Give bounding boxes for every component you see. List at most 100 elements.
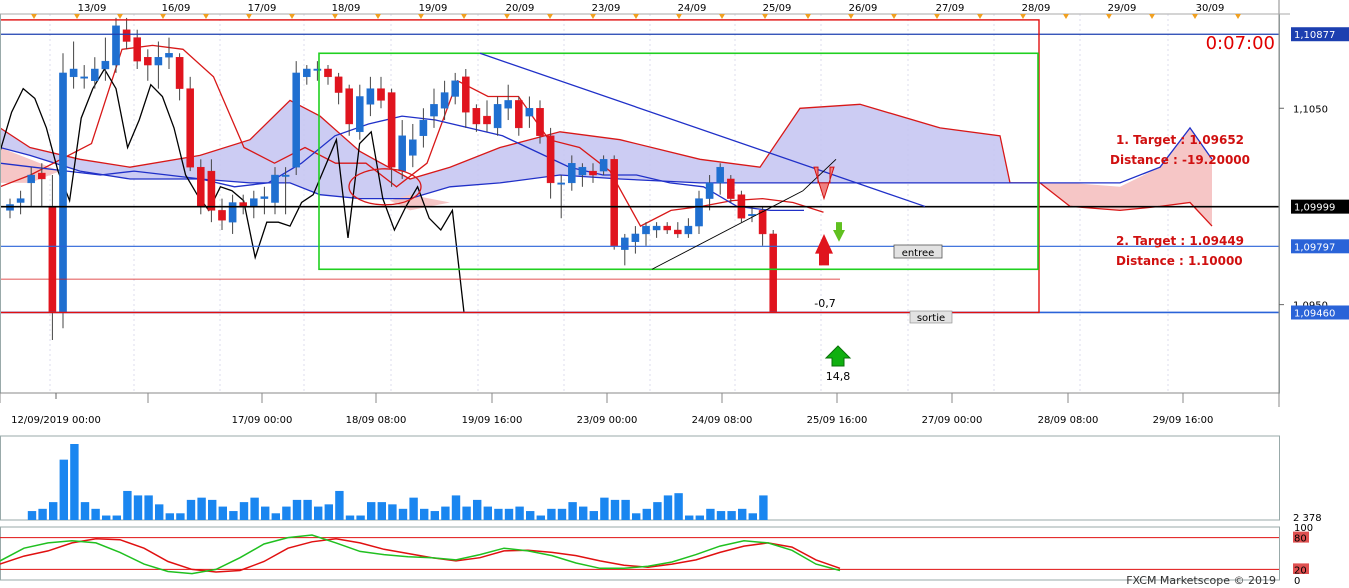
sortie-label: sortie bbox=[917, 313, 945, 324]
candle-bullish bbox=[642, 225, 650, 235]
volume-bar bbox=[102, 515, 111, 520]
volume-bar bbox=[494, 508, 503, 520]
time-tick-label: 17/09 00:00 bbox=[232, 415, 293, 426]
volume-bar bbox=[568, 502, 577, 520]
top-date-label: 30/09 bbox=[1196, 3, 1225, 14]
top-date-label: 25/09 bbox=[763, 3, 792, 14]
candle-bearish bbox=[324, 68, 332, 78]
footer-label: FXCM Marketscope © 2019 bbox=[1126, 574, 1276, 587]
volume-bar bbox=[462, 506, 471, 520]
volume-bar bbox=[536, 515, 545, 520]
volume-bar bbox=[706, 508, 715, 520]
volume-bar bbox=[589, 511, 598, 520]
candle-bullish bbox=[631, 233, 640, 242]
distance-1-label: Distance : -19.20000 bbox=[1110, 153, 1250, 167]
candle-bearish bbox=[472, 108, 481, 125]
entree-label: entree bbox=[902, 248, 935, 259]
volume-bar bbox=[526, 511, 535, 520]
volume-bar bbox=[218, 506, 227, 520]
volume-bar bbox=[388, 504, 397, 520]
price-tag-label: 1,09999 bbox=[1294, 203, 1335, 214]
candle-bullish bbox=[271, 174, 279, 203]
candle-bullish bbox=[451, 80, 460, 97]
candle-bullish bbox=[292, 72, 301, 168]
candle-bullish bbox=[112, 25, 120, 66]
top-date-label: 26/09 bbox=[849, 3, 878, 14]
volume-bar bbox=[430, 511, 439, 520]
volume-bar bbox=[59, 459, 68, 520]
candle-bullish bbox=[493, 104, 502, 129]
candle-bullish bbox=[621, 237, 629, 250]
candle-bullish bbox=[101, 60, 110, 70]
price-tick-label: 1,1050 bbox=[1293, 104, 1328, 115]
volume-bar bbox=[239, 502, 249, 520]
volume-bar bbox=[420, 508, 429, 520]
volume-bar bbox=[727, 511, 736, 520]
top-date-label: 23/09 bbox=[592, 3, 621, 14]
time-tick-label: 27/09 00:00 bbox=[922, 415, 983, 426]
top-date-label: 24/09 bbox=[678, 3, 707, 14]
volume-bar bbox=[144, 495, 153, 520]
top-date-label: 17/09 bbox=[248, 3, 277, 14]
candle-bearish bbox=[122, 29, 131, 42]
candle-bearish bbox=[610, 159, 618, 246]
forex-chart: 13/09 16/09 17/09 18/09 19/09 20/09 23/09 24/09… bbox=[0, 0, 1349, 588]
volume-bar bbox=[547, 508, 556, 520]
volume-bar bbox=[261, 506, 270, 520]
volume-bar bbox=[186, 499, 196, 520]
volume-bar bbox=[483, 506, 492, 520]
candle-bullish bbox=[504, 100, 513, 109]
time-tick-label: 28/09 08:00 bbox=[1038, 415, 1099, 426]
candle-bullish bbox=[16, 198, 25, 203]
volume-bar bbox=[600, 497, 609, 520]
candle-bullish bbox=[568, 163, 576, 184]
top-date-label: 20/09 bbox=[506, 3, 535, 14]
volume-bar bbox=[685, 515, 694, 520]
volume-bar bbox=[356, 515, 365, 520]
volume-bar bbox=[80, 502, 90, 520]
volume-bar bbox=[155, 504, 164, 520]
candle-bearish bbox=[48, 206, 57, 313]
price-tag-label: 1,09460 bbox=[1294, 308, 1335, 319]
price-tag-label: 1,09797 bbox=[1294, 242, 1335, 253]
candle-bullish bbox=[430, 104, 438, 117]
candle-bearish bbox=[483, 115, 491, 125]
volume-bar bbox=[738, 508, 747, 520]
candle-bullish bbox=[525, 108, 534, 117]
candle-bullish bbox=[260, 196, 269, 199]
top-date-label: 16/09 bbox=[162, 3, 191, 14]
candle-bullish bbox=[578, 166, 587, 176]
time-tick-label: 12/09/2019 00:00 bbox=[11, 415, 101, 426]
volume-bar bbox=[250, 497, 259, 520]
candle-bullish bbox=[716, 166, 724, 184]
distance-2-label: Distance : 1.10000 bbox=[1116, 254, 1243, 268]
volume-bar bbox=[49, 502, 58, 520]
candle-bearish bbox=[218, 210, 226, 221]
candle-bullish bbox=[69, 68, 78, 78]
candle-bearish bbox=[377, 88, 385, 101]
candle-bearish bbox=[387, 92, 396, 168]
candle-bullish bbox=[80, 76, 88, 79]
volume-bar bbox=[716, 511, 726, 520]
volume-label: 2 378 bbox=[1293, 513, 1322, 524]
candle-bearish bbox=[758, 210, 767, 235]
time-tick-label: 23/09 00:00 bbox=[577, 415, 638, 426]
candle-bearish bbox=[175, 57, 184, 89]
candle-bearish bbox=[334, 76, 343, 93]
candle-bearish bbox=[38, 172, 46, 180]
volume-bar bbox=[441, 506, 450, 520]
volume-bar bbox=[663, 495, 673, 520]
candle-bullish bbox=[228, 202, 237, 223]
volume-bar bbox=[695, 515, 704, 520]
candle-bullish bbox=[59, 72, 67, 313]
time-tick-label: 24/09 08:00 bbox=[692, 415, 753, 426]
volume-bar bbox=[557, 508, 567, 520]
volume-bar bbox=[165, 513, 174, 520]
volume-bar bbox=[91, 508, 100, 520]
candle-bearish bbox=[546, 135, 555, 184]
volume-bar bbox=[473, 499, 482, 520]
volume-bar bbox=[409, 497, 418, 520]
candle-bearish bbox=[186, 88, 195, 168]
candle-bullish bbox=[366, 88, 375, 105]
candle-bullish bbox=[281, 174, 290, 177]
